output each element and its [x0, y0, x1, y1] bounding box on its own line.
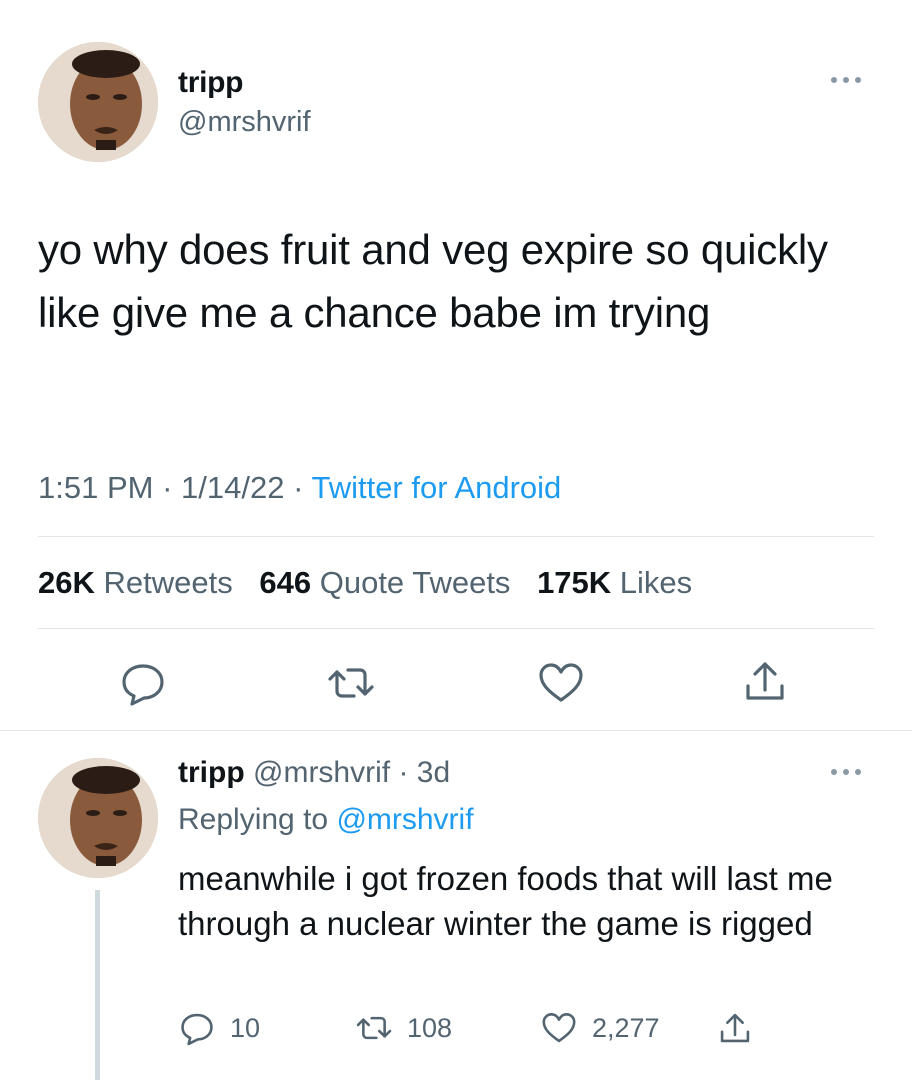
- reply-author-name[interactable]: tripp: [178, 756, 245, 789]
- reply-age[interactable]: 3d: [417, 756, 450, 789]
- tweet-meta: 1:51 PM · 1/14/22 · Twitter for Android: [38, 470, 561, 506]
- reply-author-handle[interactable]: @mrshvrif: [253, 756, 390, 789]
- replying-to: Replying to @mrshvrif: [178, 803, 474, 837]
- reply-count: 10: [230, 1012, 261, 1043]
- reply-text: meanwhile i got frozen foods that will l…: [178, 860, 833, 942]
- tweet-time[interactable]: 1:51 PM: [38, 470, 153, 505]
- avatar-photo: [38, 42, 158, 162]
- like-icon: [542, 1013, 576, 1043]
- reply-icon: [181, 1013, 213, 1046]
- meta-separator: ·: [162, 470, 182, 505]
- tweet-date[interactable]: 1/14/22: [181, 470, 284, 505]
- like-icon[interactable]: [536, 658, 586, 708]
- author-avatar[interactable]: [38, 42, 158, 162]
- quotes-count: 646: [259, 565, 312, 600]
- reply-author-avatar[interactable]: [38, 758, 158, 878]
- quotes-label: Quote Tweets: [319, 565, 511, 600]
- more-icon[interactable]: [818, 756, 874, 788]
- share-icon[interactable]: [740, 656, 790, 706]
- replying-prefix: Replying to: [178, 803, 329, 836]
- reply-retweet-button[interactable]: 108: [355, 1008, 452, 1048]
- reply-share-button[interactable]: [716, 1008, 754, 1048]
- likes-label: Likes: [619, 565, 693, 600]
- thread-line: [95, 890, 100, 1080]
- quotes-stat[interactable]: 646 Quote Tweets: [259, 565, 510, 600]
- divider: [38, 628, 874, 629]
- retweet-icon[interactable]: [326, 658, 376, 708]
- retweet-count: 108: [407, 1012, 453, 1043]
- likes-stat[interactable]: 175K Likes: [537, 565, 692, 600]
- retweet-icon: [356, 1016, 392, 1040]
- author-handle[interactable]: @mrshvrif: [178, 106, 311, 139]
- reply-icon[interactable]: [118, 658, 168, 708]
- share-icon: [720, 1013, 750, 1043]
- retweets-count: 26K: [38, 565, 95, 600]
- avatar-photo: [38, 758, 158, 878]
- retweets-label: Retweets: [103, 565, 233, 600]
- tweet-stats: 26K Retweets 646 Quote Tweets 175K Likes: [38, 565, 692, 601]
- reply-like-button[interactable]: 2,277: [540, 1008, 660, 1048]
- tweet-text: yo why does fruit and veg expire so quic…: [38, 226, 828, 336]
- replying-mention[interactable]: @mrshvrif: [336, 803, 473, 836]
- meta-separator: ·: [390, 756, 417, 789]
- author-name[interactable]: tripp: [178, 66, 243, 100]
- divider: [38, 536, 874, 537]
- like-count: 2,277: [592, 1012, 660, 1043]
- reply-reply-button[interactable]: 10: [178, 1008, 260, 1048]
- meta-separator: ·: [293, 470, 312, 505]
- retweets-stat[interactable]: 26K Retweets: [38, 565, 233, 600]
- divider: [0, 730, 912, 731]
- more-icon[interactable]: [818, 64, 874, 96]
- tweet-source[interactable]: Twitter for Android: [311, 470, 561, 505]
- reply-header: tripp @mrshvrif · 3d: [178, 756, 450, 790]
- likes-count: 175K: [537, 565, 612, 600]
